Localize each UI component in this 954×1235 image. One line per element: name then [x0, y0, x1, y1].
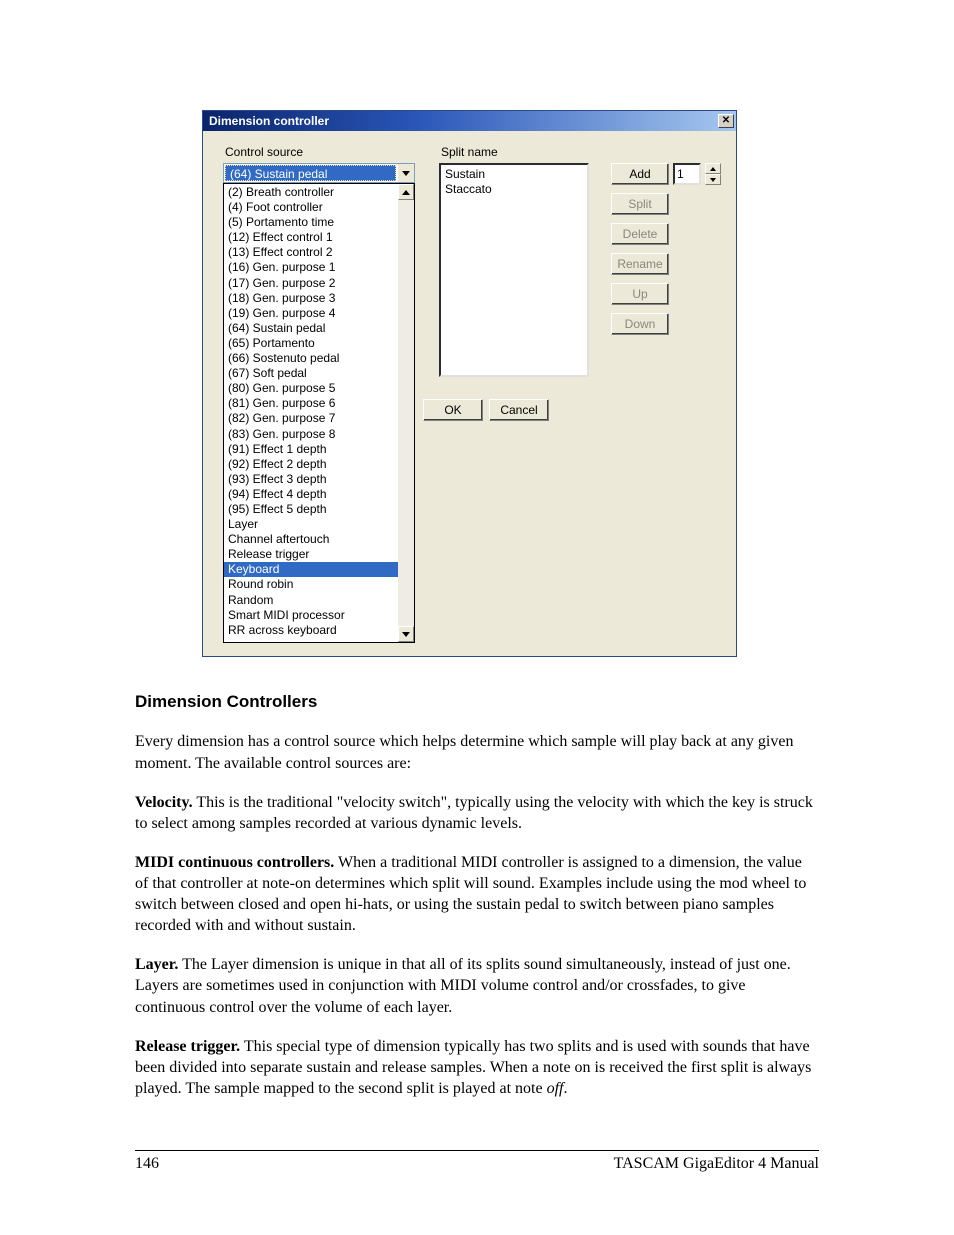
combo-selected-value: (64) Sustain pedal	[225, 165, 396, 181]
dropdown-item[interactable]: Release trigger	[224, 547, 398, 562]
rename-button[interactable]: Rename	[611, 253, 669, 275]
add-button[interactable]: Add	[611, 163, 669, 185]
dropdown-item[interactable]: (94) Effect 4 depth	[224, 487, 398, 502]
chevron-down-icon[interactable]	[397, 164, 414, 182]
release-off-word: off	[547, 1080, 564, 1097]
control-source-combo[interactable]: (64) Sustain pedal	[223, 163, 415, 183]
dropdown-item[interactable]: (81) Gen. purpose 6	[224, 396, 398, 411]
dropdown-item[interactable]: (93) Effect 3 depth	[224, 472, 398, 487]
layer-paragraph: Layer. The Layer dimension is unique in …	[135, 954, 819, 1017]
velocity-paragraph: Velocity. This is the traditional "veloc…	[135, 792, 819, 834]
dropdown-item[interactable]: (4) Foot controller	[224, 200, 398, 215]
dropdown-item[interactable]: Channel aftertouch	[224, 532, 398, 547]
scroll-up-icon[interactable]	[398, 184, 414, 200]
dropdown-item[interactable]: (18) Gen. purpose 3	[224, 291, 398, 306]
dimension-controller-dialog: Dimension controller ✕ Control source Sp…	[202, 110, 737, 657]
dropdown-item[interactable]: Random	[224, 593, 398, 608]
spin-up-icon[interactable]	[705, 163, 721, 174]
scrollbar[interactable]	[398, 184, 414, 642]
cancel-button[interactable]: Cancel	[489, 399, 549, 421]
dropdown-item[interactable]: (12) Effect control 1	[224, 230, 398, 245]
dropdown-item[interactable]: (67) Soft pedal	[224, 366, 398, 381]
control-source-label: Control source	[225, 145, 303, 159]
manual-title: TASCAM GigaEditor 4 Manual	[614, 1155, 819, 1173]
split-button[interactable]: Split	[611, 193, 669, 215]
dropdown-item[interactable]: Round robin	[224, 577, 398, 592]
scroll-track[interactable]	[398, 200, 414, 626]
split-name-label: Split name	[441, 145, 498, 159]
dropdown-item[interactable]: (13) Effect control 2	[224, 245, 398, 260]
ok-button[interactable]: OK	[423, 399, 483, 421]
dropdown-item[interactable]: RR across keyboard	[224, 623, 398, 638]
add-count-field[interactable]: 1	[673, 163, 701, 185]
dropdown-item[interactable]: Layer	[224, 517, 398, 532]
dropdown-item[interactable]: (64) Sustain pedal	[224, 321, 398, 336]
midi-paragraph: MIDI continuous controllers. When a trad…	[135, 852, 819, 936]
up-button[interactable]: Up	[611, 283, 669, 305]
midi-label: MIDI continuous controllers.	[135, 854, 334, 871]
split-item[interactable]: Staccato	[445, 182, 583, 197]
intro-paragraph: Every dimension has a control source whi…	[135, 731, 819, 773]
dropdown-item[interactable]: Keyboard	[224, 562, 398, 577]
section-heading: Dimension Controllers	[135, 691, 819, 713]
dropdown-item[interactable]: (66) Sostenuto pedal	[224, 351, 398, 366]
layer-label: Layer.	[135, 956, 178, 973]
add-count-spinner[interactable]	[705, 163, 721, 185]
control-source-dropdown[interactable]: (2) Breath controller(4) Foot controller…	[223, 183, 415, 643]
dropdown-item[interactable]: (92) Effect 2 depth	[224, 457, 398, 472]
close-icon[interactable]: ✕	[718, 114, 734, 128]
dropdown-item[interactable]: (83) Gen. purpose 8	[224, 427, 398, 442]
spin-down-icon[interactable]	[705, 174, 721, 185]
down-button[interactable]: Down	[611, 313, 669, 335]
scroll-down-icon[interactable]	[398, 626, 414, 642]
dropdown-item[interactable]: (65) Portamento	[224, 336, 398, 351]
dialog-titlebar[interactable]: Dimension controller ✕	[203, 111, 736, 131]
dropdown-item[interactable]: (19) Gen. purpose 4	[224, 306, 398, 321]
split-name-listbox[interactable]: SustainStaccato	[439, 163, 589, 377]
release-paragraph: Release trigger. This special type of di…	[135, 1036, 819, 1099]
velocity-label: Velocity.	[135, 794, 193, 811]
dropdown-item[interactable]: (80) Gen. purpose 5	[224, 381, 398, 396]
dropdown-item[interactable]: (82) Gen. purpose 7	[224, 411, 398, 426]
page-footer: 146 TASCAM GigaEditor 4 Manual	[135, 1150, 819, 1173]
dropdown-item[interactable]: (91) Effect 1 depth	[224, 442, 398, 457]
dropdown-item[interactable]: (5) Portamento time	[224, 215, 398, 230]
split-item[interactable]: Sustain	[445, 167, 583, 182]
dialog-title: Dimension controller	[209, 114, 329, 128]
dropdown-item[interactable]: (16) Gen. purpose 1	[224, 260, 398, 275]
dropdown-item[interactable]: (2) Breath controller	[224, 185, 398, 200]
dropdown-item[interactable]: (17) Gen. purpose 2	[224, 276, 398, 291]
delete-button[interactable]: Delete	[611, 223, 669, 245]
page-number: 146	[135, 1155, 159, 1173]
dropdown-item[interactable]: Smart MIDI processor	[224, 608, 398, 623]
document-body: Dimension Controllers Every dimension ha…	[135, 691, 819, 1099]
release-label: Release trigger.	[135, 1038, 240, 1055]
dropdown-item[interactable]: (95) Effect 5 depth	[224, 502, 398, 517]
